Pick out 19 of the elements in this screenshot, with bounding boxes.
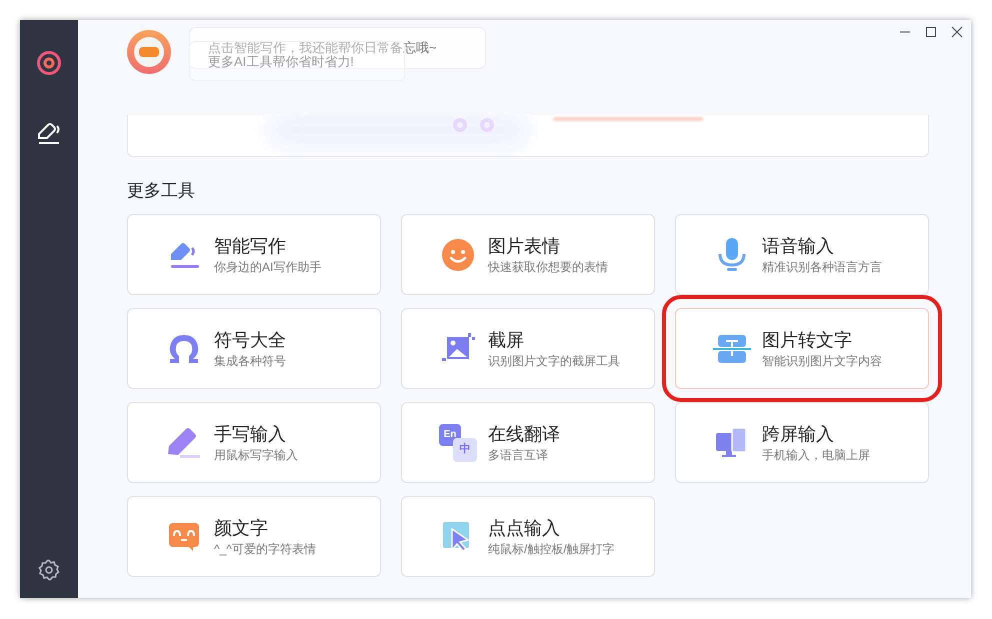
pencil-icon [166,426,202,460]
tool-card[interactable]: 图片转文字 智能识别图片文字内容 [675,308,929,389]
tool-card[interactable]: 跨屏输入 手机输入，电脑上屏 [675,402,929,483]
tool-card[interactable]: 智能写作 你身边的AI写作助手 [127,214,381,295]
assistant-avatar [127,30,171,74]
tool-card[interactable]: 语音输入 精准识别各种语言方言 [675,214,929,295]
smiley-icon [441,238,475,272]
tool-card[interactable]: En 中 在线翻译 多语言互译 [401,402,655,483]
tool-card[interactable]: 图片表情 快速获取你想要的表情 [401,214,655,295]
tool-card[interactable]: 颜文字 ^_^可爱的字符表情 [127,496,381,577]
tool-card[interactable]: 手写输入 用鼠标写字输入 [127,402,381,483]
section-title: 更多工具 [127,180,196,202]
tool-card[interactable]: 截屏 识别图片文字的截屏工具 [401,308,655,389]
close-icon[interactable] [951,26,963,38]
target-icon[interactable] [34,48,64,78]
settings-icon[interactable] [37,558,61,582]
tool-card[interactable]: 符号大全 集成各种符号 [127,308,381,389]
maximize-icon[interactable] [925,26,937,38]
tool-card[interactable]: 点点输入 纯鼠标/触控板/触屏打字 [401,496,655,577]
